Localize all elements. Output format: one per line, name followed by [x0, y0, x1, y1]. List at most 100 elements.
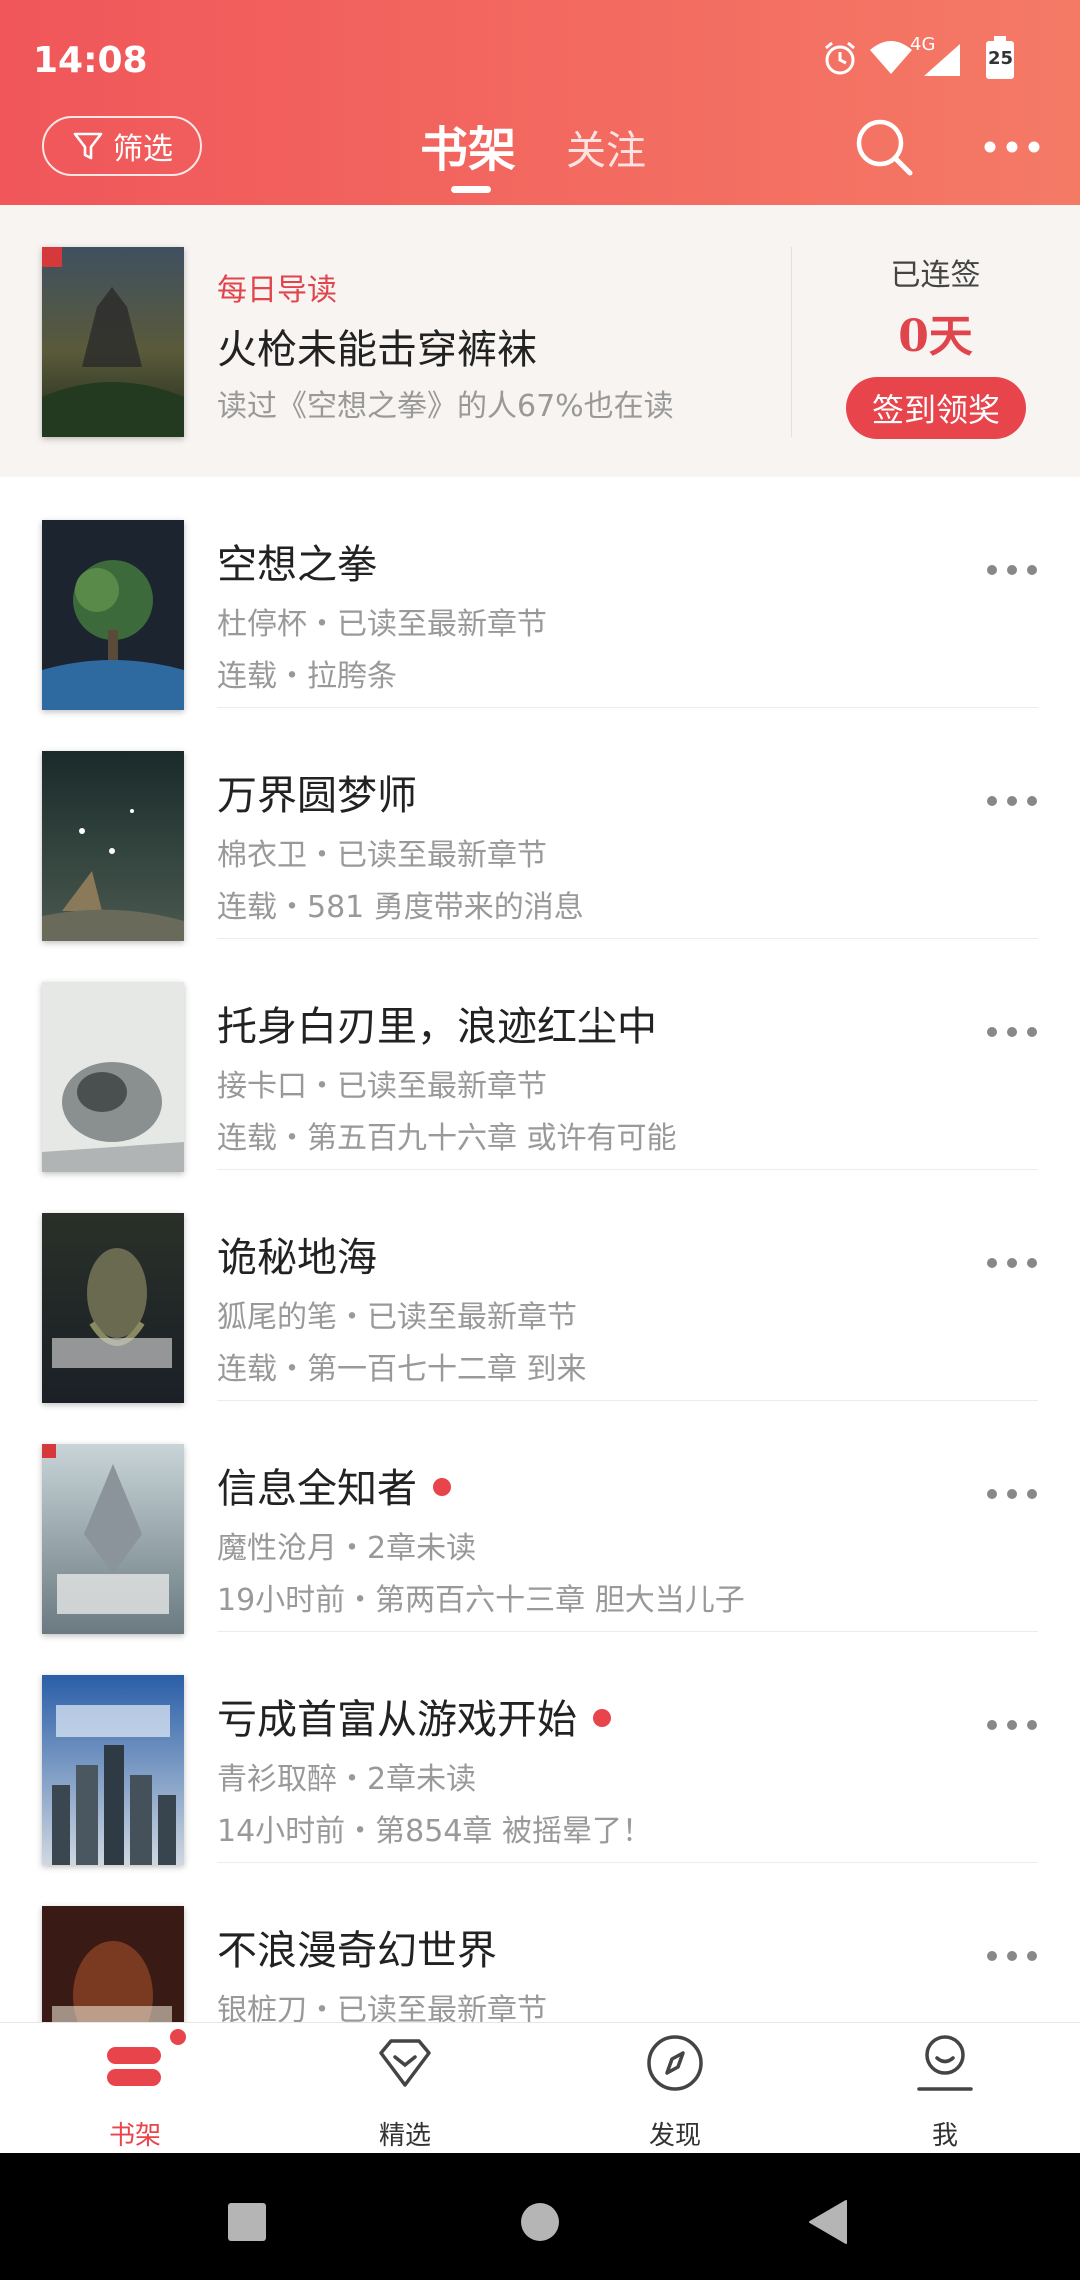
- checkin-streak-label: 已连签: [890, 258, 981, 293]
- app-header: 14:08 4G 25 筛选 书架 关注: [0, 0, 1080, 205]
- active-tab-indicator: [451, 186, 491, 193]
- home-button[interactable]: [521, 2203, 559, 2241]
- bottom-navigation: 书架 精选 发现 我: [0, 2022, 1080, 2154]
- unread-dot: [593, 1709, 611, 1727]
- book-title-text: 托身白刃里，浪迹红尘中: [217, 1004, 657, 1050]
- alarm-icon: [825, 41, 855, 75]
- daily-subtitle: 读过《空想之拳》的人67%也在读: [217, 389, 674, 424]
- book-author-progress: 银桩刀・已读至最新章节: [217, 1993, 547, 2022]
- tab-follow[interactable]: 关注: [566, 118, 646, 176]
- funnel-icon: [73, 132, 103, 160]
- more-options-icon[interactable]: [982, 136, 1042, 158]
- book-title[interactable]: 不浪漫奇幻世界: [217, 1918, 497, 1976]
- list-item[interactable]: 亏成首富从游戏开始 青衫取醉・2章未读 14小时前・第854章 被摇晕了！: [0, 1632, 1080, 1865]
- book-cover[interactable]: [42, 982, 184, 1172]
- nav-label: 精选: [378, 2121, 431, 2151]
- book-title[interactable]: 诡秘地海: [217, 1225, 377, 1283]
- list-item[interactable]: 信息全知者 魔性沧月・2章未读 19小时前・第两百六十三章 胆大当儿子: [0, 1401, 1080, 1634]
- nav-label: 我: [931, 2121, 958, 2151]
- cover-art: [42, 982, 184, 1172]
- profile-icon: [917, 2035, 973, 2091]
- book-latest-chapter: 连载・拉胯条: [217, 659, 397, 694]
- status-icons: 4G 25: [820, 34, 1050, 83]
- notification-badge: [170, 2029, 186, 2045]
- more-options-icon[interactable]: [984, 1255, 1040, 1271]
- book-author-progress: 狐尾的笔・已读至最新章节: [217, 1300, 577, 1335]
- tab-bookshelf[interactable]: 书架: [420, 110, 516, 180]
- list-item[interactable]: 托身白刃里，浪迹红尘中 接卡口・已读至最新章节 连载・第五百九十六章 或许有可能: [0, 939, 1080, 1172]
- cover-art: [42, 520, 184, 710]
- book-title[interactable]: 亏成首富从游戏开始: [217, 1687, 611, 1745]
- nav-item-bookshelf[interactable]: 书架: [0, 2023, 270, 2154]
- book-cover[interactable]: [42, 1906, 184, 2022]
- book-title-text: 诡秘地海: [217, 1235, 377, 1281]
- cover-art: [42, 751, 184, 941]
- more-options-icon[interactable]: [984, 1024, 1040, 1040]
- cover-art: [42, 1675, 184, 1865]
- book-title-text: 亏成首富从游戏开始: [217, 1697, 577, 1743]
- more-options-icon[interactable]: [984, 1486, 1040, 1502]
- filter-button[interactable]: 筛选: [42, 116, 202, 176]
- book-cover[interactable]: [42, 1213, 184, 1403]
- checkin-button[interactable]: 签到领奖: [846, 377, 1026, 439]
- book-author-progress: 青衫取醉・2章未读: [217, 1762, 477, 1797]
- battery-level: 25: [988, 48, 1014, 69]
- book-author-progress: 魔性沧月・2章未读: [217, 1531, 477, 1566]
- daily-tag: 每日导读: [217, 273, 337, 308]
- more-options-icon[interactable]: [984, 1717, 1040, 1733]
- more-options-icon[interactable]: [984, 793, 1040, 809]
- book-title[interactable]: 托身白刃里，浪迹红尘中: [217, 994, 657, 1052]
- checkin-streak-value: 0天: [898, 311, 973, 362]
- compass-icon: [647, 2035, 703, 2091]
- cover-art: [42, 1213, 184, 1403]
- nav-item-discover[interactable]: 发现: [540, 2023, 810, 2154]
- bookshelf-icon: [107, 2047, 161, 2086]
- list-item[interactable]: 诡秘地海 狐尾的笔・已读至最新章节 连载・第一百七十二章 到来: [0, 1170, 1080, 1403]
- cover-art: [42, 1906, 184, 2022]
- book-title-text: 空想之拳: [217, 542, 377, 588]
- book-cover[interactable]: [42, 1675, 184, 1865]
- back-button[interactable]: [808, 2199, 848, 2245]
- book-latest-chapter: 14小时前・第854章 被摇晕了！: [217, 1814, 652, 1849]
- list-item[interactable]: 不浪漫奇幻世界 银桩刀・已读至最新章节: [0, 1863, 1080, 2022]
- book-title-text: 不浪漫奇幻世界: [217, 1928, 497, 1974]
- diamond-icon: [379, 2039, 431, 2087]
- more-options-icon[interactable]: [984, 562, 1040, 578]
- cover-art: [42, 247, 184, 437]
- book-title[interactable]: 万界圆梦师: [217, 763, 417, 821]
- book-title[interactable]: 空想之拳: [217, 532, 377, 590]
- nav-item-featured[interactable]: 精选: [270, 2023, 540, 2154]
- book-cover[interactable]: [42, 1444, 184, 1634]
- book-latest-chapter: 连载・581 勇度带来的消息: [217, 890, 584, 925]
- book-latest-chapter: 连载・第一百七十二章 到来: [217, 1352, 587, 1387]
- unread-dot: [433, 1478, 451, 1496]
- list-item[interactable]: 万界圆梦师 棉衣卫・已读至最新章节 连载・581 勇度带来的消息: [0, 708, 1080, 941]
- book-latest-chapter: 19小时前・第两百六十三章 胆大当儿子: [217, 1583, 745, 1618]
- search-icon[interactable]: [852, 115, 916, 179]
- status-time: 14:08: [33, 40, 148, 81]
- book-author-progress: 棉衣卫・已读至最新章节: [217, 838, 547, 873]
- book-title[interactable]: 信息全知者: [217, 1456, 451, 1514]
- signal-icon: [924, 44, 960, 76]
- daily-book-cover[interactable]: [42, 247, 184, 437]
- nav-label: 发现: [648, 2121, 701, 2151]
- book-title-text: 万界圆梦师: [217, 773, 417, 819]
- nav-label: 书架: [108, 2121, 161, 2151]
- daily-recommendation-banner[interactable]: 每日导读 火枪未能击穿裤袜 读过《空想之拳》的人67%也在读 已连签 0天 签到…: [0, 205, 1080, 478]
- book-author-progress: 杜停杯・已读至最新章节: [217, 607, 547, 642]
- system-navigation-bar: [0, 2153, 1080, 2280]
- book-author-progress: 接卡口・已读至最新章节: [217, 1069, 547, 1104]
- more-options-icon[interactable]: [984, 1948, 1040, 1964]
- book-title-text: 信息全知者: [217, 1466, 417, 1512]
- book-cover[interactable]: [42, 751, 184, 941]
- recent-apps-button[interactable]: [228, 2203, 266, 2241]
- daily-book-title[interactable]: 火枪未能击穿裤袜: [217, 317, 537, 375]
- list-item[interactable]: 空想之拳 杜停杯・已读至最新章节 连载・拉胯条: [0, 477, 1080, 710]
- wifi-icon: [870, 41, 912, 74]
- book-list: 空想之拳 杜停杯・已读至最新章节 连载・拉胯条 万界圆梦师 棉衣卫・已读至最新章…: [0, 477, 1080, 2022]
- filter-label: 筛选: [113, 132, 173, 167]
- book-latest-chapter: 连载・第五百九十六章 或许有可能: [217, 1121, 677, 1156]
- cover-art: [42, 1444, 184, 1634]
- book-cover[interactable]: [42, 520, 184, 710]
- nav-item-me[interactable]: 我: [810, 2023, 1080, 2154]
